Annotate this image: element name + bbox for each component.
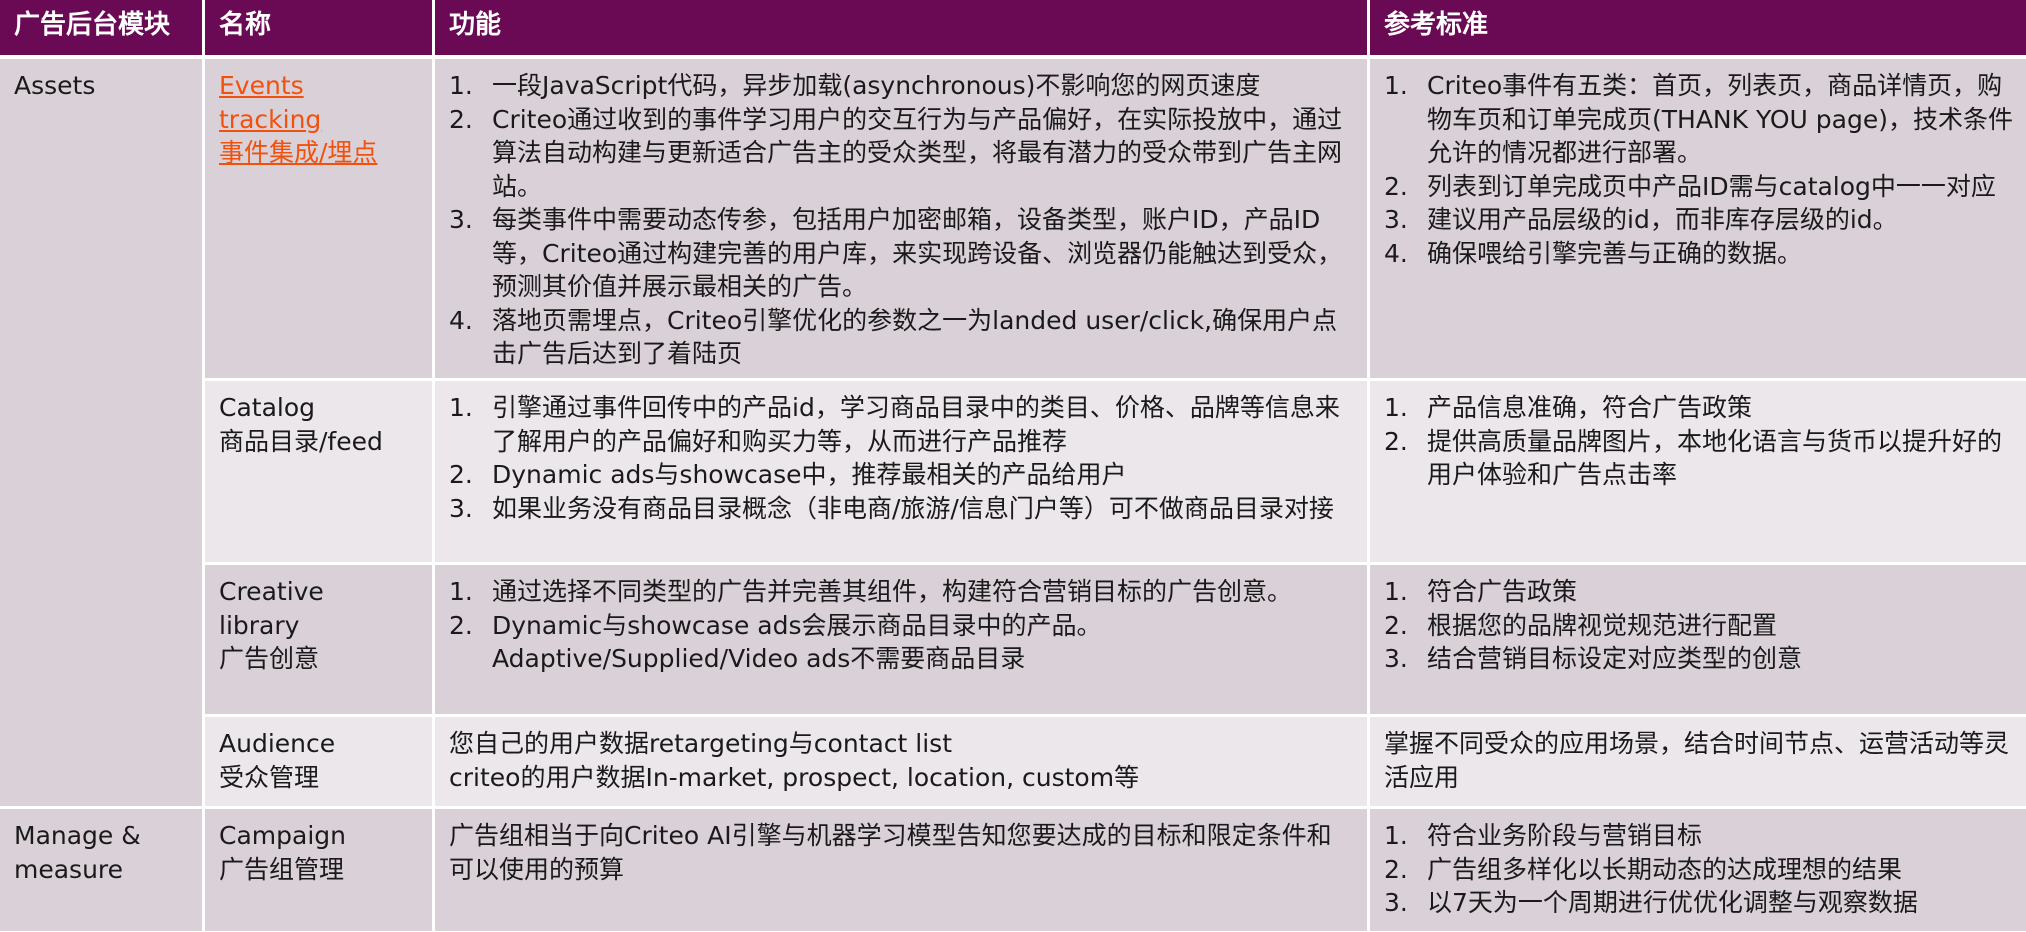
list-item: 2. Dynamic ads与showcase中，推荐最相关的产品给用户 xyxy=(449,460,1127,489)
function-audience: 您自己的用户数据retargeting与contact list criteo的… xyxy=(435,717,1370,809)
list-item: 3. 每类事件中需要动态传参，包括用户加密邮箱，设备类型，账户ID，产品ID等，C… xyxy=(449,205,1343,301)
list-item: 4. 落地页需埋点，Criteo引擎优化的参数之一为landed user/cli… xyxy=(449,305,1338,369)
list-item: 3. 如果业务没有商品目录概念（非电商/旅游/信息门户等）可不做商品目录对接 xyxy=(449,493,1334,523)
standard-campaign: 1. 符合业务阶段与营销目标 2. 广告组多样化以长期动态的达成理想的结果 3. 以7… xyxy=(1370,809,2026,931)
list-item: 3. 以7天为一个周期进行优优化调整与观察数据 xyxy=(1384,888,1918,917)
name-events-tracking: Events tracking 事件集成/埋点 xyxy=(205,59,435,381)
name-audience: Audience 受众管理 xyxy=(205,717,435,809)
list-item: 1. 通过选择不同类型的广告并完善其组件，构建符合营销目标的广告创意。 xyxy=(449,577,1293,606)
list-item: 1. 一段JavaScript代码，异步加载(asynchronous)不影响您的… xyxy=(449,71,1261,100)
standard-list: 1. 符合广告政策 2. 根据您的品牌视觉规范进行配置 3. 结合营销目标设定对应类型… xyxy=(1384,575,2014,676)
header-name: 名称 xyxy=(205,0,435,59)
module-manage-measure: Manage & measure xyxy=(0,809,205,931)
list-item: 1. 符合广告政策 xyxy=(1384,577,1578,606)
function-list: 1. 一段JavaScript代码，异步加载(asynchronous)不影响您的… xyxy=(449,69,1355,371)
function-creative-library: 1. 通过选择不同类型的广告并完善其组件，构建符合营销目标的广告创意。 2. Dyn… xyxy=(435,565,1370,717)
module-assets: Assets xyxy=(0,59,205,809)
list-item: 3. 建议用产品层级的id，而非库存层级的id。 xyxy=(1384,205,1898,234)
list-item: 2. Dynamic与showcase ads会展示商品目录中的产品。Adapti… xyxy=(449,610,1102,674)
list-item: 2. Criteo通过收到的事件学习用户的交互行为与产品偏好，在实际投放中，通过算… xyxy=(449,104,1343,201)
header-module: 广告后台模块 xyxy=(0,0,205,59)
function-list: 1. 引擎通过事件回传中的产品id，学习商品目录中的类目、价格、品牌等信息来了解用… xyxy=(449,391,1355,525)
name-catalog: Catalog 商品目录/feed xyxy=(205,381,435,565)
list-item: 3. 结合营销目标设定对应类型的创意 xyxy=(1384,644,1803,673)
function-events-tracking: 1. 一段JavaScript代码，异步加载(asynchronous)不影响您的… xyxy=(435,59,1370,381)
standard-creative-library: 1. 符合广告政策 2. 根据您的品牌视觉规范进行配置 3. 结合营销目标设定对应类型… xyxy=(1370,565,2026,717)
function-campaign: 广告组相当于向Criteo AI引擎与机器学习模型告知您要达成的目标和限定条件和… xyxy=(435,809,1370,931)
standard-events-tracking: 1. Criteo事件有五类：首页，列表页，商品详情页，购物车页和订单完成页(TH… xyxy=(1370,59,2026,381)
list-item: 2. 提供高质量品牌图片，本地化语言与货币以提升好的用户体验和广告点击率 xyxy=(1384,426,2003,490)
list-item: 1. 产品信息准确，符合广告政策 xyxy=(1384,393,1753,422)
standard-catalog: 1. 产品信息准确，符合广告政策 2. 提供高质量品牌图片，本地化语言与货币以提升好… xyxy=(1370,381,2026,565)
standard-list: 1. Criteo事件有五类：首页，列表页，商品详情页，购物车页和订单完成页(TH… xyxy=(1384,69,2014,270)
events-tracking-link[interactable]: Events xyxy=(219,69,420,103)
table-row: Audience 受众管理 您自己的用户数据retargeting与contac… xyxy=(0,717,2026,809)
standard-list: 1. 产品信息准确，符合广告政策 2. 提供高质量品牌图片，本地化语言与货币以提升好… xyxy=(1384,391,2014,492)
table-row: Assets Events tracking 事件集成/埋点 1. 一段JavaS… xyxy=(0,59,2026,809)
list-item: 1. Criteo事件有五类：首页，列表页，商品详情页，购物车页和订单完成页(TH… xyxy=(1384,71,2013,167)
header-standard: 参考标准 xyxy=(1370,0,2026,59)
header-row: 广告后台模块 名称 功能 参考标准 xyxy=(0,0,2026,59)
list-item: 1. 符合业务阶段与营销目标 xyxy=(1384,821,1703,850)
standard-audience: 掌握不同受众的应用场景，结合时间节点、运营活动等灵活应用 xyxy=(1370,717,2026,809)
list-item: 2. 列表到订单完成页中产品ID需与catalog中一一对应 xyxy=(1384,171,1996,201)
function-catalog: 1. 引擎通过事件回传中的产品id，学习商品目录中的类目、价格、品牌等信息来了解用… xyxy=(435,381,1370,565)
table-row: Manage & measure Campaign 广告组管理 广告组相当于向C… xyxy=(0,809,2026,931)
header-function: 功能 xyxy=(435,0,1370,59)
standard-list: 1. 符合业务阶段与营销目标 2. 广告组多样化以长期动态的达成理想的结果 3. 以7… xyxy=(1384,819,2014,920)
list-item: 4. 确保喂给引擎完善与正确的数据。 xyxy=(1384,238,1803,268)
list-item: 2. 广告组多样化以长期动态的达成理想的结果 xyxy=(1384,854,1903,884)
list-item: 1. 引擎通过事件回传中的产品id，学习商品目录中的类目、价格、品牌等信息来了解用… xyxy=(449,393,1340,456)
list-item: 2. 根据您的品牌视觉规范进行配置 xyxy=(1384,610,1778,640)
table-row: Catalog 商品目录/feed 1. 引擎通过事件回传中的产品id，学习商品目… xyxy=(0,381,2026,565)
module-table: 广告后台模块 名称 功能 参考标准 Assets Events tracking… xyxy=(0,0,2026,931)
function-list: 1. 通过选择不同类型的广告并完善其组件，构建符合营销目标的广告创意。 2. Dyn… xyxy=(449,575,1355,676)
name-campaign: Campaign 广告组管理 xyxy=(205,809,435,931)
events-tracking-link[interactable]: tracking xyxy=(219,103,420,137)
table-row: Creative library 广告创意 1. 通过选择不同类型的广告并完善其组… xyxy=(0,565,2026,717)
name-creative-library: Creative library 广告创意 xyxy=(205,565,435,717)
events-tracking-link[interactable]: 事件集成/埋点 xyxy=(219,136,420,170)
